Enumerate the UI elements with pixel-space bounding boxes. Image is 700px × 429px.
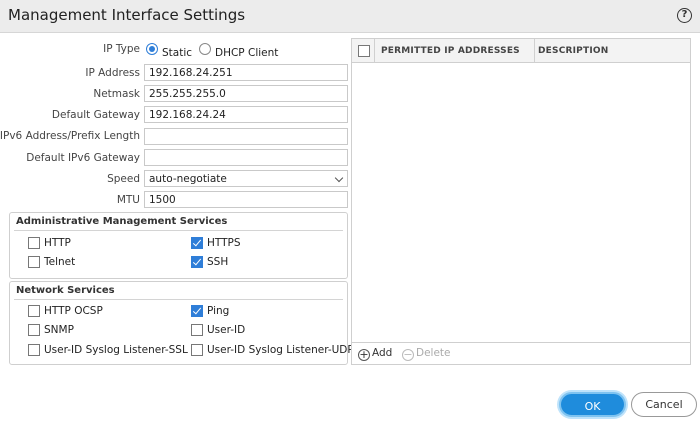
user-id-syslog-ssl-checkbox[interactable] (28, 344, 40, 356)
default-ipv6-gateway-field[interactable] (144, 149, 348, 166)
mtu-field[interactable]: 1500 (144, 191, 348, 208)
cancel-button[interactable]: Cancel (631, 392, 697, 417)
add-button[interactable]: + Add (358, 347, 392, 361)
ping-label: Ping (207, 305, 230, 317)
admin-services-group: Administrative Management Services HTTP … (9, 212, 348, 279)
ssh-checkbox[interactable] (191, 256, 203, 268)
user-id-checkbox[interactable] (191, 324, 203, 336)
default-ipv6-gateway-label: Default IPv6 Gateway (26, 152, 140, 164)
minus-icon: − (402, 348, 414, 361)
user-id-syslog-ssl-label: User-ID Syslog Listener-SSL (44, 344, 188, 356)
http-ocsp-label: HTTP OCSP (44, 305, 103, 317)
user-id-label: User-ID (207, 324, 246, 336)
default-gateway-field[interactable]: 192.168.24.24 (144, 106, 348, 123)
column-header-permitted-ip[interactable]: PERMITTED IP ADDRESSES (381, 46, 520, 56)
telnet-checkbox[interactable] (28, 256, 40, 268)
delete-button[interactable]: − Delete (402, 347, 451, 361)
ip-type-static-label[interactable]: Static (162, 47, 192, 59)
column-divider (374, 39, 375, 63)
snmp-label: SNMP (44, 324, 74, 336)
mtu-label: MTU (116, 194, 140, 206)
speed-value: auto-negotiate (149, 173, 227, 185)
chevron-down-icon (334, 173, 344, 183)
ip-type-static-radio[interactable] (146, 43, 158, 55)
user-id-syslog-udp-label: User-ID Syslog Listener-UDP (207, 344, 354, 356)
divider (14, 299, 343, 300)
ip-address-label: IP Address (85, 67, 140, 79)
divider (14, 230, 343, 231)
telnet-label: Telnet (44, 256, 76, 268)
https-label: HTTPS (207, 237, 241, 249)
https-checkbox[interactable] (191, 237, 203, 249)
network-services-title: Network Services (16, 285, 115, 296)
dialog-titlebar: Management Interface Settings ? (0, 0, 700, 33)
speed-label: Speed (107, 173, 140, 185)
netmask-field[interactable]: 255.255.255.0 (144, 85, 348, 102)
ip-address-field[interactable]: 192.168.24.251 (144, 64, 348, 81)
http-checkbox[interactable] (28, 237, 40, 249)
user-id-syslog-udp-checkbox[interactable] (191, 344, 203, 356)
http-ocsp-checkbox[interactable] (28, 305, 40, 317)
ipv6-address-field[interactable] (144, 128, 348, 145)
ok-button[interactable]: OK (559, 392, 626, 417)
table-toolbar: + Add − Delete (352, 342, 690, 364)
ssh-label: SSH (207, 256, 229, 268)
table-header: PERMITTED IP ADDRESSES DESCRIPTION (352, 39, 690, 63)
http-label: HTTP (44, 237, 71, 249)
ip-type-label: IP Type (103, 43, 140, 55)
column-divider (534, 39, 535, 63)
select-all-checkbox[interactable] (358, 45, 370, 57)
default-gateway-label: Default Gateway (51, 109, 140, 121)
admin-services-title: Administrative Management Services (16, 216, 228, 227)
add-label: Add (372, 347, 393, 359)
dialog-title: Management Interface Settings (8, 6, 246, 24)
ping-checkbox[interactable] (191, 305, 203, 317)
ip-type-dhcp-label[interactable]: DHCP Client (215, 47, 278, 59)
add-icon: + (358, 348, 370, 361)
snmp-checkbox[interactable] (28, 324, 40, 336)
netmask-label: Netmask (93, 88, 140, 100)
network-services-group: Network Services HTTP OCSP Ping SNMP Use… (9, 281, 354, 365)
ip-type-dhcp-radio[interactable] (199, 43, 211, 55)
ipv6-address-label: IPv6 Address/Prefix Length (0, 130, 140, 142)
delete-label: Delete (416, 347, 451, 359)
speed-select[interactable]: auto-negotiate (144, 170, 348, 187)
permitted-ip-table: PERMITTED IP ADDRESSES DESCRIPTION + Add … (351, 38, 691, 365)
help-icon[interactable]: ? (677, 8, 692, 23)
column-header-description[interactable]: DESCRIPTION (538, 46, 608, 56)
